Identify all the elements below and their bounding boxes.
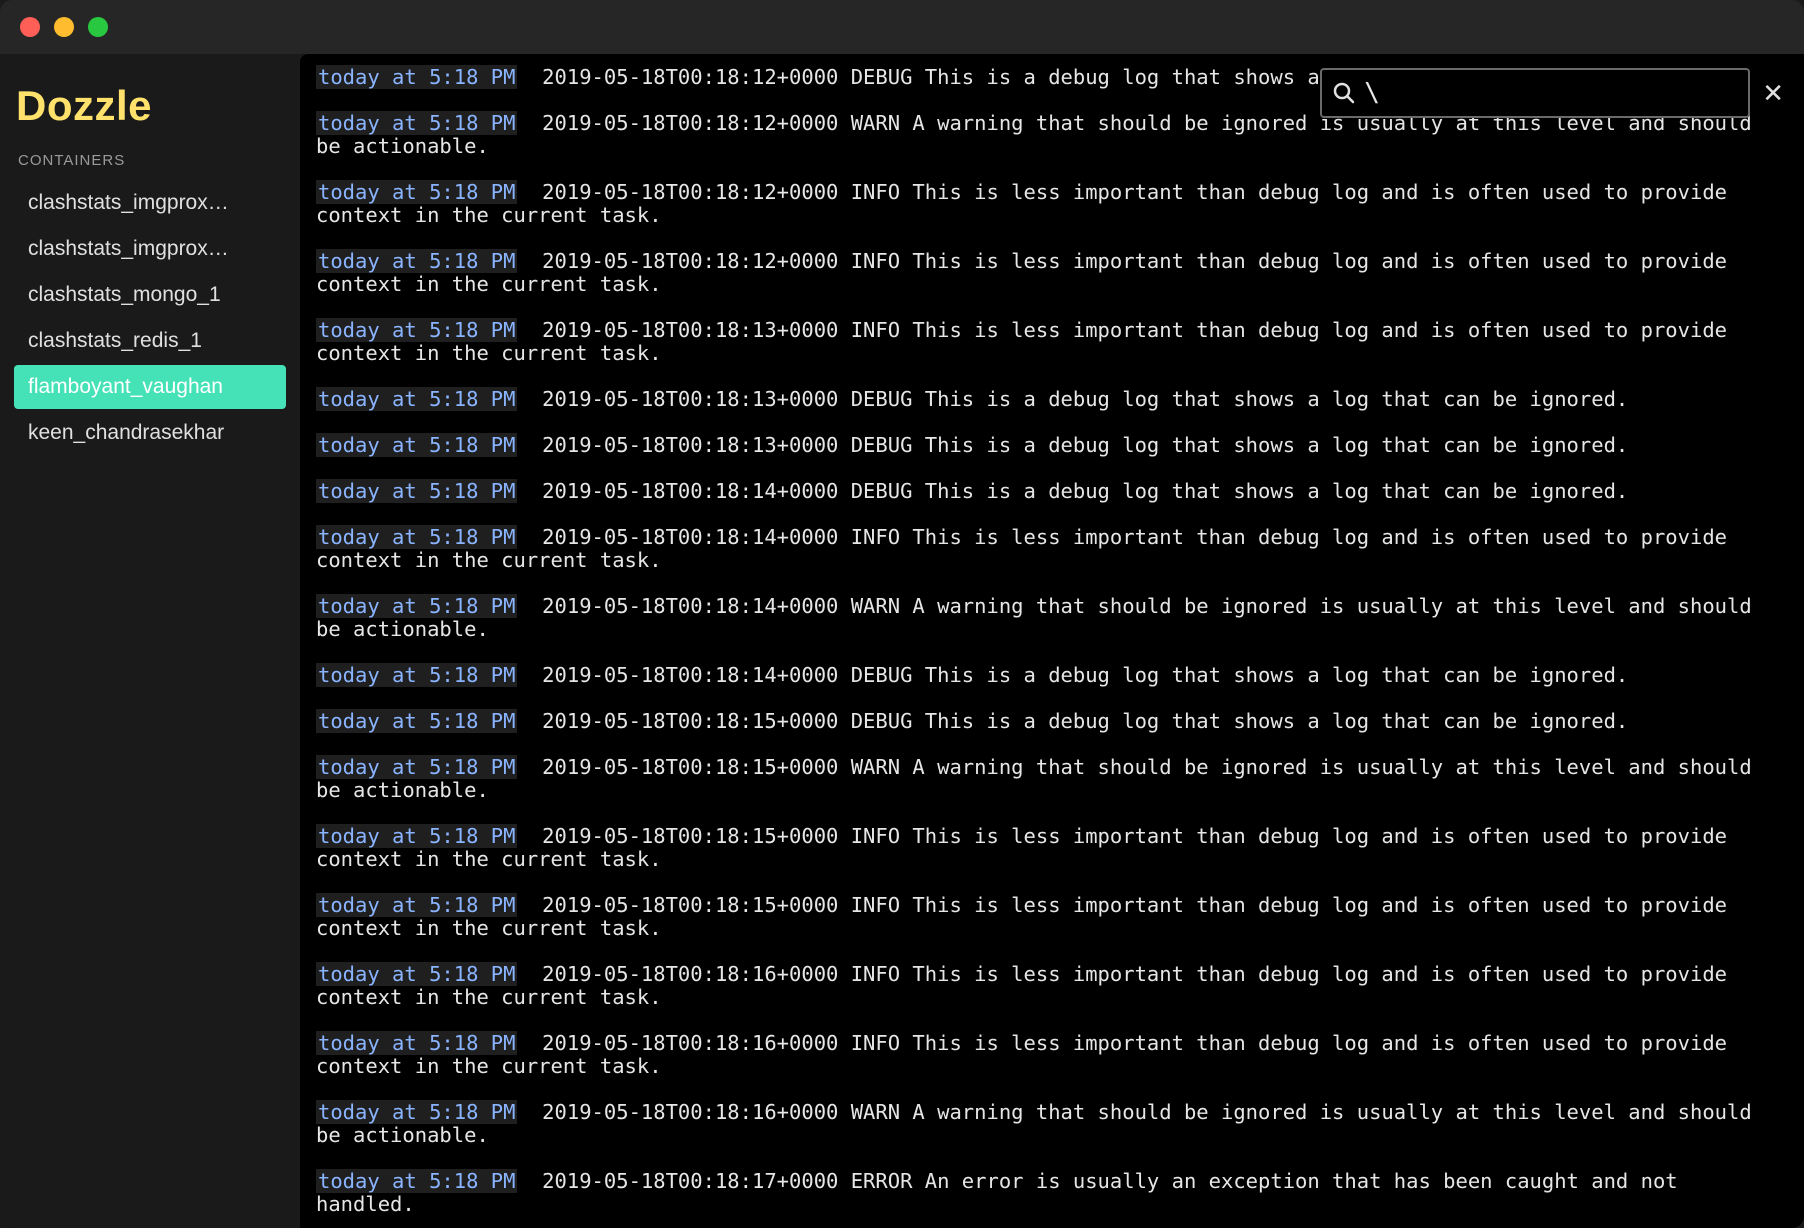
log-line: today at 5:18 PM 2019-05-18T00:18:14+000…	[316, 595, 1788, 641]
log-timestamp: today at 5:18 PM	[316, 249, 517, 273]
log-timestamp: today at 5:18 PM	[316, 663, 517, 687]
log-timestamp: today at 5:18 PM	[316, 65, 517, 89]
log-message: 2019-05-18T00:18:15+0000 WARN A warning …	[316, 755, 1764, 802]
traffic-light-close-icon[interactable]	[20, 17, 40, 37]
sidebar-container-list: clashstats_imgprox…clashstats_imgprox…cl…	[14, 181, 286, 455]
search-field-wrap[interactable]	[1320, 68, 1750, 118]
log-line: today at 5:18 PM 2019-05-18T00:18:12+000…	[316, 250, 1788, 296]
log-message: 2019-05-18T00:18:12+0000 INFO This is le…	[316, 180, 1739, 227]
log-message: 2019-05-18T00:18:14+0000 WARN A warning …	[316, 594, 1764, 641]
app-logo[interactable]: Dozzle	[16, 82, 284, 130]
close-icon[interactable]: ✕	[1762, 80, 1784, 106]
titlebar	[0, 0, 1804, 54]
log-line: today at 5:18 PM 2019-05-18T00:18:16+000…	[316, 1101, 1788, 1147]
log-panel: ✕ today at 5:18 PM 2019-05-18T00:18:12+0…	[300, 54, 1804, 1228]
log-message: 2019-05-18T00:18:17+0000 ERROR An error …	[316, 1169, 1690, 1216]
log-timestamp: today at 5:18 PM	[316, 180, 517, 204]
log-timestamp: today at 5:18 PM	[316, 709, 517, 733]
sidebar-item-flamboyant-vaughan[interactable]: flamboyant_vaughan	[14, 365, 286, 409]
log-message: 2019-05-18T00:18:16+0000 WARN A warning …	[316, 1100, 1764, 1147]
log-message: 2019-05-18T00:18:14+0000 DEBUG This is a…	[517, 479, 1628, 503]
log-timestamp: today at 5:18 PM	[316, 962, 517, 986]
log-message: 2019-05-18T00:18:13+0000 DEBUG This is a…	[517, 387, 1628, 411]
log-line: today at 5:18 PM 2019-05-18T00:18:14+000…	[316, 664, 1788, 687]
log-output[interactable]: today at 5:18 PM 2019-05-18T00:18:12+000…	[300, 54, 1804, 1228]
log-message: 2019-05-18T00:18:16+0000 INFO This is le…	[316, 1031, 1739, 1078]
log-message: 2019-05-18T00:18:13+0000 DEBUG This is a…	[517, 433, 1628, 457]
log-timestamp: today at 5:18 PM	[316, 1100, 517, 1124]
log-line: today at 5:18 PM 2019-05-18T00:18:17+000…	[316, 1170, 1788, 1216]
log-line: today at 5:18 PM 2019-05-18T00:18:13+000…	[316, 388, 1788, 411]
sidebar: Dozzle CONTAINERS clashstats_imgprox…cla…	[0, 54, 300, 1228]
sidebar-item-clashstats-mongo-1[interactable]: clashstats_mongo_1	[14, 273, 286, 317]
log-line: today at 5:18 PM 2019-05-18T00:18:15+000…	[316, 825, 1788, 871]
app-body: Dozzle CONTAINERS clashstats_imgprox…cla…	[0, 54, 1804, 1228]
log-message: 2019-05-18T00:18:15+0000 INFO This is le…	[316, 824, 1739, 871]
log-message: 2019-05-18T00:18:15+0000 INFO This is le…	[316, 893, 1739, 940]
log-message: 2019-05-18T00:18:14+0000 INFO This is le…	[316, 525, 1739, 572]
log-timestamp: today at 5:18 PM	[316, 318, 517, 342]
search-icon	[1332, 81, 1356, 105]
log-line: today at 5:18 PM 2019-05-18T00:18:14+000…	[316, 480, 1788, 503]
log-timestamp: today at 5:18 PM	[316, 755, 517, 779]
log-message: 2019-05-18T00:18:12+0000 INFO This is le…	[316, 249, 1739, 296]
log-line: today at 5:18 PM 2019-05-18T00:18:13+000…	[316, 434, 1788, 457]
log-line: today at 5:18 PM 2019-05-18T00:18:12+000…	[316, 181, 1788, 227]
app-window: Dozzle CONTAINERS clashstats_imgprox…cla…	[0, 0, 1804, 1228]
log-timestamp: today at 5:18 PM	[316, 387, 517, 411]
sidebar-item-clashstats-imgprox-[interactable]: clashstats_imgprox…	[14, 227, 286, 271]
log-timestamp: today at 5:18 PM	[316, 1031, 517, 1055]
log-message: 2019-05-18T00:18:12+0000 DEBUG This is a…	[517, 65, 1369, 89]
log-message: 2019-05-18T00:18:16+0000 INFO This is le…	[316, 962, 1739, 1009]
log-line: today at 5:18 PM 2019-05-18T00:18:16+000…	[316, 1032, 1788, 1078]
log-line: today at 5:18 PM 2019-05-18T00:18:13+000…	[316, 319, 1788, 365]
log-timestamp: today at 5:18 PM	[316, 1169, 517, 1193]
log-timestamp: today at 5:18 PM	[316, 824, 517, 848]
log-timestamp: today at 5:18 PM	[316, 479, 517, 503]
log-timestamp: today at 5:18 PM	[316, 893, 517, 917]
log-message: 2019-05-18T00:18:15+0000 DEBUG This is a…	[517, 709, 1628, 733]
log-timestamp: today at 5:18 PM	[316, 525, 517, 549]
log-timestamp: today at 5:18 PM	[316, 594, 517, 618]
traffic-light-zoom-icon[interactable]	[88, 17, 108, 37]
sidebar-item-clashstats-imgprox-[interactable]: clashstats_imgprox…	[14, 181, 286, 225]
log-line: today at 5:18 PM 2019-05-18T00:18:16+000…	[316, 963, 1788, 1009]
log-message: 2019-05-18T00:18:12+0000 WARN A warning …	[316, 111, 1764, 158]
log-line: today at 5:18 PM 2019-05-18T00:18:15+000…	[316, 894, 1788, 940]
log-timestamp: today at 5:18 PM	[316, 111, 517, 135]
search-input[interactable]	[1364, 78, 1738, 108]
log-line: today at 5:18 PM 2019-05-18T00:18:15+000…	[316, 756, 1788, 802]
log-timestamp: today at 5:18 PM	[316, 433, 517, 457]
sidebar-item-keen-chandrasekhar[interactable]: keen_chandrasekhar	[14, 411, 286, 455]
log-message: 2019-05-18T00:18:14+0000 DEBUG This is a…	[517, 663, 1628, 687]
log-line: today at 5:18 PM 2019-05-18T00:18:15+000…	[316, 710, 1788, 733]
sidebar-item-clashstats-redis-1[interactable]: clashstats_redis_1	[14, 319, 286, 363]
log-message: 2019-05-18T00:18:13+0000 INFO This is le…	[316, 318, 1739, 365]
traffic-light-minimize-icon[interactable]	[54, 17, 74, 37]
search-bar: ✕	[1320, 68, 1784, 118]
sidebar-section-label: CONTAINERS	[18, 152, 282, 169]
log-line: today at 5:18 PM 2019-05-18T00:18:12+000…	[316, 112, 1788, 158]
log-line: today at 5:18 PM 2019-05-18T00:18:14+000…	[316, 526, 1788, 572]
